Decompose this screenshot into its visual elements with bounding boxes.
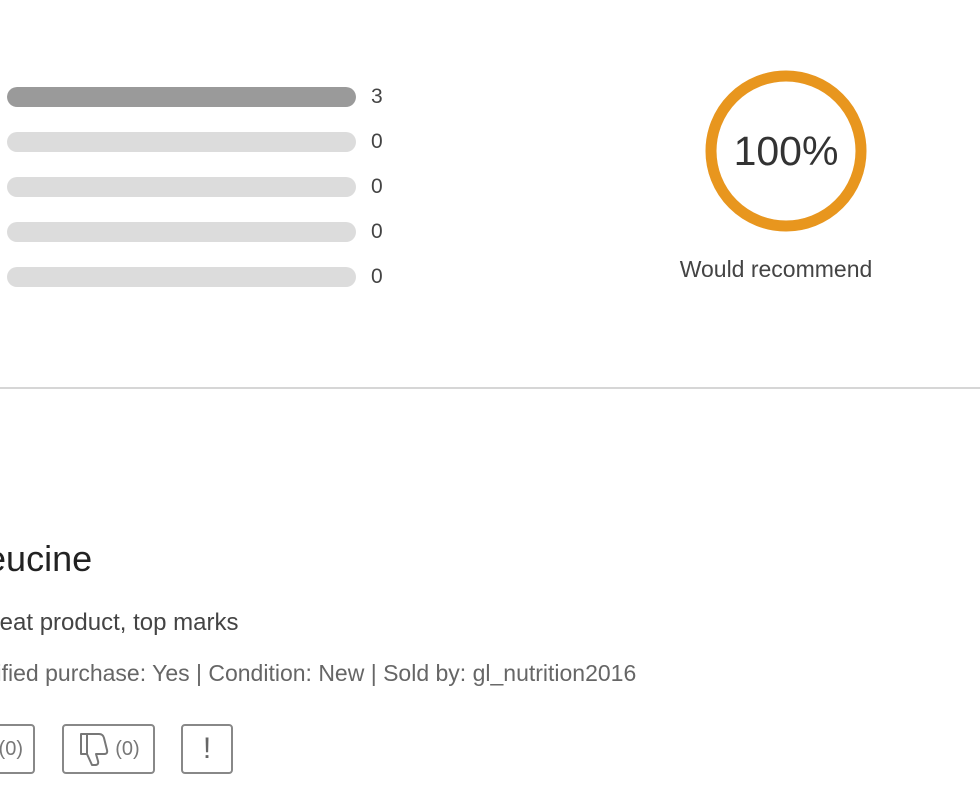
helpful-button[interactable]: (0) <box>0 724 35 774</box>
review-body: Great product, top marks <box>0 609 239 636</box>
helpful-count: (0) <box>0 737 23 760</box>
review-meta: Verified purchase: Yes | Condition: New … <box>0 660 637 686</box>
unhelpful-count: (0) <box>115 737 140 760</box>
thumbs-down-icon <box>80 733 109 766</box>
rating-row-3: 0 <box>0 174 420 219</box>
exclamation-icon: ! <box>202 732 212 765</box>
rating-distribution: 3 0 0 0 0 <box>0 84 420 309</box>
rating-bar-track <box>7 222 356 242</box>
recommend-percent: 100% <box>733 128 839 174</box>
rating-bar-track <box>7 177 356 197</box>
report-button[interactable]: ! <box>181 724 233 774</box>
rating-bar-track <box>7 267 356 287</box>
rating-count: 0 <box>371 130 383 153</box>
rating-row-4: 0 <box>0 129 420 174</box>
rating-count: 0 <box>371 265 383 288</box>
unhelpful-button[interactable]: (0) <box>62 724 155 774</box>
rating-bar-track <box>7 87 356 107</box>
rating-bar-fill <box>7 87 356 107</box>
rating-bar-track <box>7 132 356 152</box>
section-divider <box>0 387 980 389</box>
rating-count: 3 <box>371 85 383 108</box>
reviews-page: 3 0 0 0 0 100% Would recommend ucine eat… <box>0 0 980 800</box>
rating-row-5: 3 <box>0 84 420 129</box>
rating-row-1: 0 <box>0 264 420 309</box>
rating-count: 0 <box>371 220 383 243</box>
review-title: Leucine <box>0 538 93 579</box>
rating-row-2: 0 <box>0 219 420 264</box>
recommend-gauge: 100% Would recommend <box>650 68 902 288</box>
recommend-label: Would recommend <box>679 256 873 282</box>
rating-count: 0 <box>371 175 383 198</box>
